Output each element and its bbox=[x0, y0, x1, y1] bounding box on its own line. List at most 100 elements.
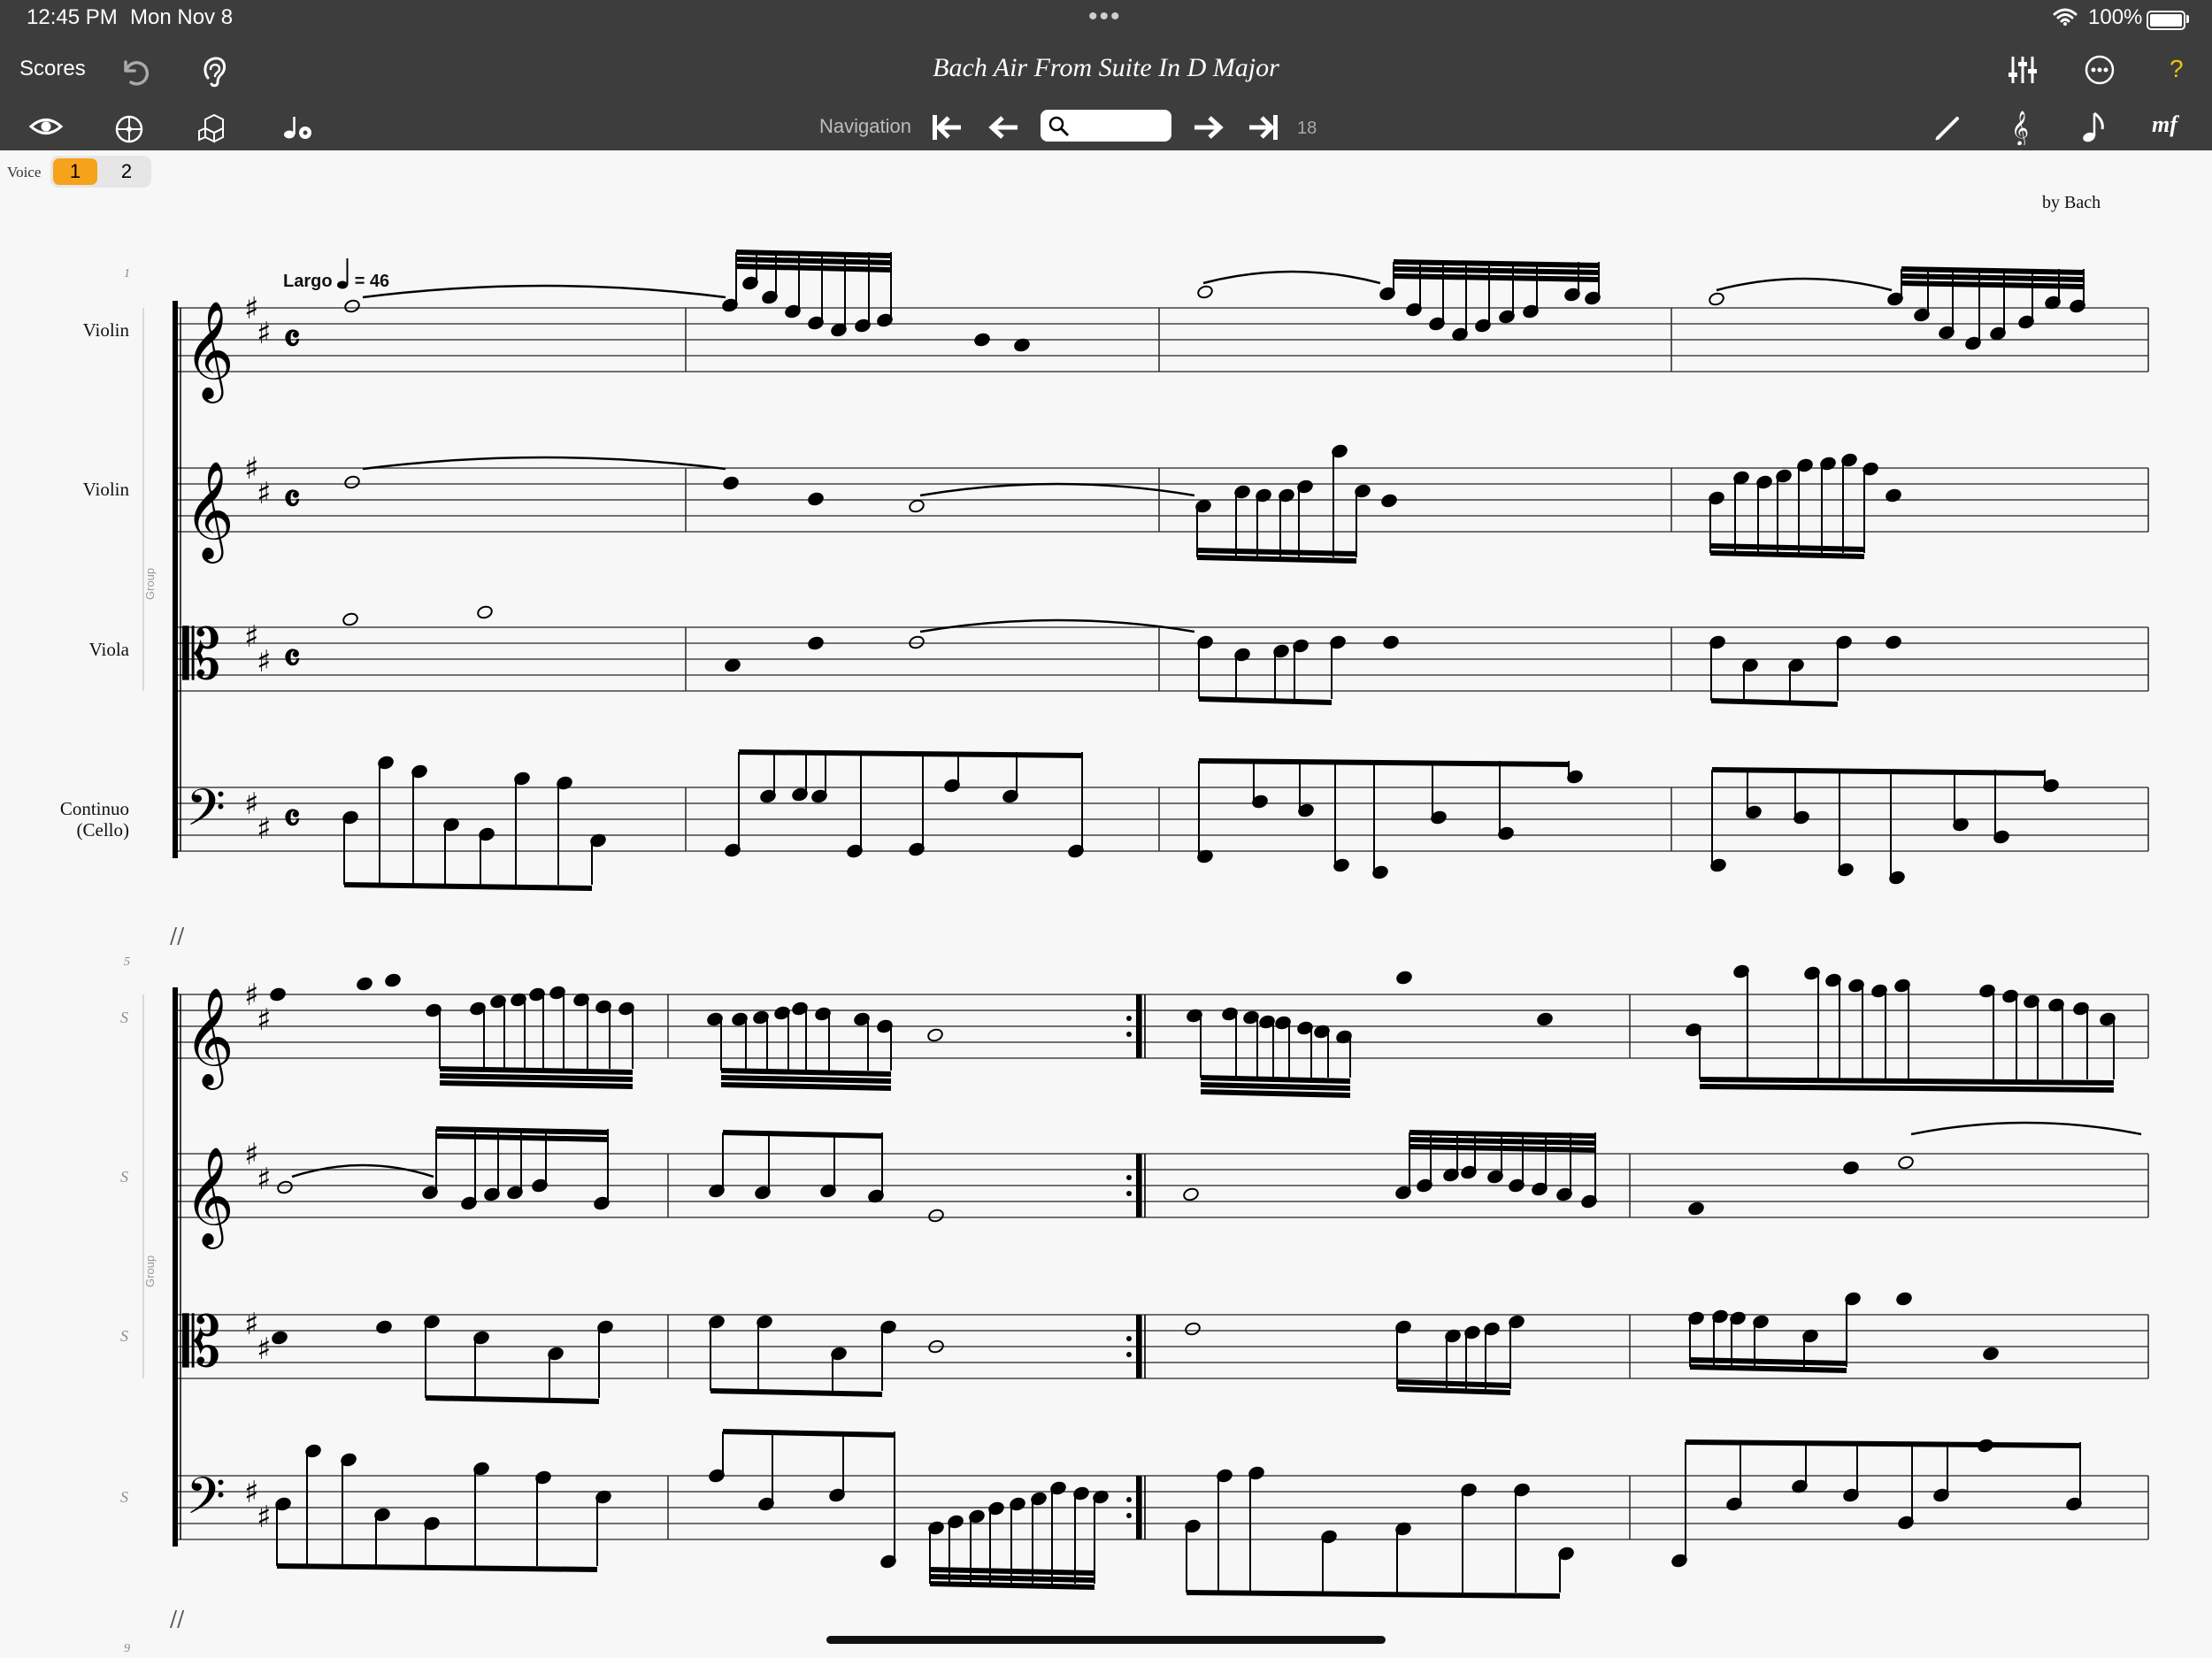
note-beam bbox=[1186, 1590, 1561, 1599]
note-head bbox=[877, 313, 893, 327]
note-head bbox=[928, 1521, 944, 1535]
note-beam bbox=[735, 249, 892, 258]
instrument-short-name[interactable]: S bbox=[120, 1488, 128, 1507]
note-head bbox=[1234, 648, 1250, 662]
bass-clef: 𝄢 bbox=[186, 778, 226, 850]
instrument-short-name[interactable]: S bbox=[120, 1327, 128, 1346]
note-head bbox=[2066, 1497, 2082, 1511]
time-signature: 𝄴 bbox=[283, 636, 301, 681]
multitask-dots-icon[interactable]: ••• bbox=[1088, 2, 1122, 32]
note-head bbox=[1461, 1165, 1477, 1179]
note-head bbox=[1838, 863, 1854, 877]
note-head bbox=[1841, 453, 1857, 467]
note-head bbox=[808, 316, 824, 330]
note-head bbox=[762, 290, 778, 304]
note-head bbox=[473, 1462, 489, 1476]
instrument-name-violin-1[interactable]: Violin bbox=[5, 319, 129, 341]
dynamics-icon[interactable]: mf bbox=[2152, 111, 2177, 138]
previous-page-icon[interactable] bbox=[986, 111, 1021, 143]
note-icon[interactable] bbox=[2079, 110, 2109, 145]
note-beam bbox=[1689, 1357, 1847, 1366]
note-head bbox=[1073, 1486, 1089, 1501]
instrument-name-violin-2[interactable]: Violin bbox=[5, 479, 129, 500]
note-head bbox=[470, 1002, 486, 1016]
score-canvas[interactable]: 𝄞 ♯♯ 𝄴𝄞 ♯♯ 𝄴𝄡 ♯♯ 𝄴𝄢 ♯♯ 𝄴//𝄞 ♯♯𝄞 ♯♯𝄡 ♯♯𝄢 ♯♯// bbox=[0, 0, 2212, 1658]
score-author: by Bach bbox=[2042, 193, 2101, 212]
note-beam bbox=[1689, 1364, 1847, 1373]
note-head bbox=[855, 319, 871, 333]
note-head bbox=[473, 1331, 489, 1345]
sharp-key-signature: ♯ bbox=[244, 978, 258, 1013]
instrument-name-viola[interactable]: Viola bbox=[5, 639, 129, 660]
instruments-cubes-icon[interactable] bbox=[196, 111, 232, 145]
note-head bbox=[2073, 1002, 2089, 1016]
voice-2-button[interactable]: 2 bbox=[104, 158, 149, 185]
search-icon bbox=[1048, 116, 1070, 137]
note-head bbox=[1825, 973, 1841, 987]
instrument-short-name[interactable]: S bbox=[120, 1168, 128, 1186]
instrument-name-continuo[interactable]: Continuo bbox=[5, 798, 129, 819]
pencil-icon[interactable] bbox=[1932, 111, 1964, 143]
note-head bbox=[854, 1012, 870, 1026]
tie-slur bbox=[1910, 1121, 2142, 1136]
instrument-name-cello[interactable]: (Cello) bbox=[5, 819, 129, 841]
note-head bbox=[557, 776, 572, 790]
note-head bbox=[529, 987, 545, 1002]
quarter-note-icon bbox=[337, 258, 349, 289]
note-head bbox=[1279, 488, 1294, 503]
tie-slur bbox=[1716, 277, 1893, 292]
note-head bbox=[944, 779, 960, 793]
note-beam bbox=[1709, 543, 1865, 552]
note-head bbox=[774, 1006, 790, 1020]
search-input[interactable] bbox=[1041, 110, 1171, 142]
note-head bbox=[1978, 1439, 1993, 1453]
mixer-icon[interactable] bbox=[2007, 53, 2039, 87]
first-page-icon[interactable] bbox=[929, 111, 964, 143]
note-head bbox=[378, 756, 394, 770]
metronome-target-icon[interactable] bbox=[113, 113, 145, 145]
note-head bbox=[811, 789, 827, 803]
note-head bbox=[1487, 1170, 1503, 1184]
sharp-key-signature: ♯ bbox=[244, 1307, 258, 1342]
status-time: 12:45 PM bbox=[27, 5, 118, 29]
last-page-icon[interactable] bbox=[1246, 111, 1281, 143]
note-head bbox=[514, 771, 530, 786]
note-head bbox=[831, 1347, 847, 1361]
group-label: Group bbox=[143, 567, 157, 600]
note-beam bbox=[1901, 273, 2085, 282]
help-button[interactable]: ? bbox=[2170, 55, 2184, 83]
note-head bbox=[722, 298, 738, 312]
note-head bbox=[1983, 1347, 1999, 1361]
voice-1-button[interactable]: 1 bbox=[53, 158, 97, 185]
note-head bbox=[1183, 1187, 1199, 1201]
repeat-dot bbox=[1126, 1497, 1132, 1502]
voice-label: Voice bbox=[7, 164, 42, 180]
wifi-icon bbox=[2053, 8, 2078, 26]
clef-icon[interactable]: 𝄞 bbox=[2008, 108, 2035, 145]
note-head bbox=[443, 817, 459, 832]
page-count: 18 bbox=[1297, 119, 1317, 138]
eye-icon[interactable] bbox=[28, 113, 64, 140]
note-head bbox=[1709, 491, 1724, 505]
sharp-key-signature: ♯ bbox=[244, 451, 258, 487]
note-head bbox=[1886, 488, 1901, 503]
tempo-marking[interactable]: Largo = 46 bbox=[283, 257, 389, 292]
battery-percent: 100% bbox=[2088, 5, 2143, 29]
more-options-icon[interactable] bbox=[2083, 53, 2116, 87]
note-head bbox=[411, 764, 427, 779]
note-head bbox=[1914, 308, 1930, 322]
note-head bbox=[1248, 1466, 1264, 1480]
note-beam bbox=[735, 257, 892, 265]
note-head bbox=[808, 636, 824, 650]
note-head bbox=[829, 1488, 845, 1502]
note-beam bbox=[1393, 273, 1600, 282]
note-settings-icon[interactable] bbox=[281, 113, 317, 143]
note-head bbox=[709, 1315, 725, 1329]
note-head bbox=[1293, 639, 1309, 653]
next-page-icon[interactable] bbox=[1191, 111, 1226, 143]
instrument-short-name[interactable]: S bbox=[120, 1009, 128, 1027]
home-indicator[interactable] bbox=[826, 1636, 1386, 1644]
note-head bbox=[1558, 1547, 1574, 1561]
note-head bbox=[1845, 1292, 1861, 1306]
note-beam bbox=[735, 264, 892, 272]
